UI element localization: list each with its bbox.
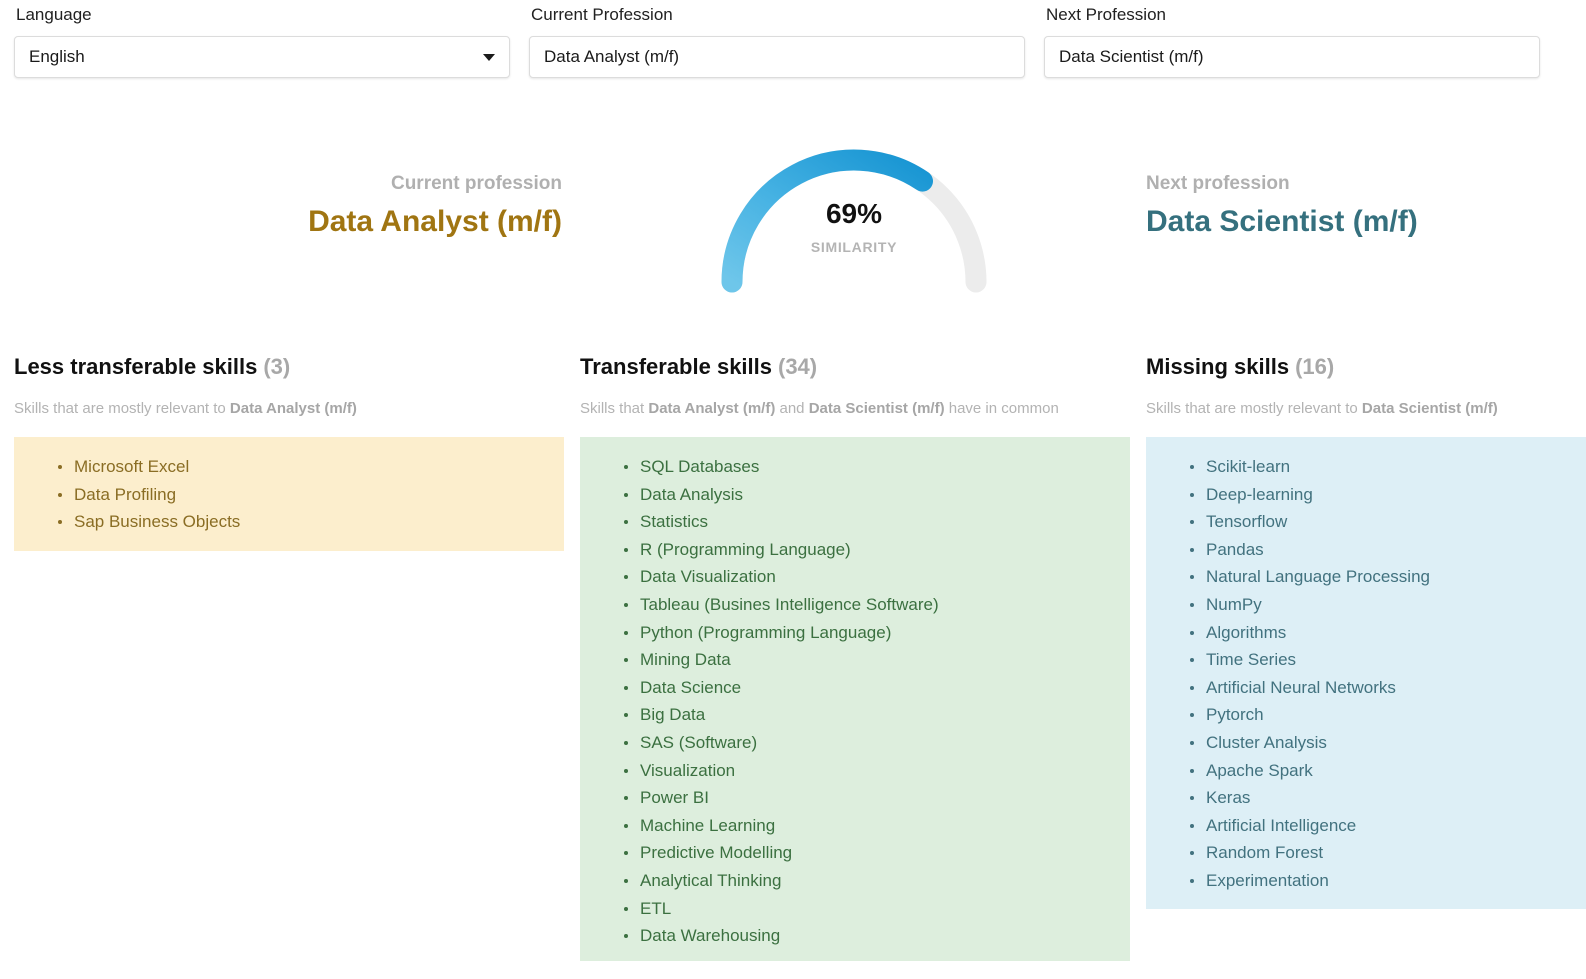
skill-list-item: Data Visualization	[624, 563, 1130, 591]
gauge-readout: 69% SIMILARITY	[706, 198, 1002, 256]
skill-list-item: Microsoft Excel	[58, 453, 564, 481]
current-profession-value: Data Analyst (m/f)	[544, 47, 1010, 67]
less-transferable-skills-panel: Microsoft ExcelData ProfilingSap Busines…	[14, 437, 564, 551]
skill-list-item: R (Programming Language)	[624, 536, 1130, 564]
skill-list-item: Statistics	[624, 508, 1130, 536]
skill-list-item: ETL	[624, 895, 1130, 923]
skill-list-item: Cluster Analysis	[1190, 729, 1586, 757]
current-profession-name: Data Analyst (m/f)	[0, 202, 562, 242]
skill-list-item: Keras	[1190, 784, 1586, 812]
gauge-percent: 69%	[706, 198, 1002, 230]
skill-list-item: Machine Learning	[624, 812, 1130, 840]
less-transferable-skills-column: Less transferable skills(3) Skills that …	[14, 345, 564, 551]
current-profession-field-group: Current Profession Data Analyst (m/f)	[529, 0, 1025, 78]
similarity-summary: Current profession Data Analyst (m/f) 69…	[0, 130, 1586, 320]
transferable-subtitle: Skills that Data Analyst (m/f) and Data …	[580, 398, 1070, 419]
missing-skills-list: Scikit-learnDeep-learningTensorflowPanda…	[1146, 453, 1586, 895]
filters-bar: Language English Current Profession Data…	[0, 0, 1586, 110]
next-profession-label: Next Profession	[1046, 5, 1540, 25]
language-field-group: Language English	[14, 0, 510, 78]
transferable-heading: Transferable skills(34)	[580, 353, 1130, 381]
subtitle-bold-1: Data Analyst (m/f)	[230, 400, 357, 417]
missing-skills-column: Missing skills(16) Skills that are mostl…	[1146, 345, 1586, 909]
skill-list-item: SQL Databases	[624, 453, 1130, 481]
current-profession-label: Current Profession	[531, 5, 1025, 25]
subtitle-bold-2: Data Scientist (m/f)	[809, 400, 945, 417]
skill-list-item: Apache Spark	[1190, 757, 1586, 785]
missing-skills-panel: Scikit-learnDeep-learningTensorflowPanda…	[1146, 437, 1586, 909]
skill-list-item: Artificial Intelligence	[1190, 812, 1586, 840]
skill-list-item: Visualization	[624, 757, 1130, 785]
less-transferable-count: (3)	[263, 354, 290, 379]
transferable-count: (34)	[778, 354, 817, 379]
skill-list-item: Scikit-learn	[1190, 453, 1586, 481]
skill-list-item: SAS (Software)	[624, 729, 1130, 757]
less-transferable-subtitle: Skills that are mostly relevant to Data …	[14, 398, 504, 419]
similarity-gauge: 69% SIMILARITY	[706, 130, 1002, 295]
subtitle-mid: and	[775, 400, 808, 417]
transferable-skills-column: Transferable skills(34) Skills that Data…	[580, 345, 1130, 961]
missing-count: (16)	[1295, 354, 1334, 379]
next-profession-input[interactable]: Data Scientist (m/f)	[1044, 36, 1540, 78]
skill-list-item: Experimentation	[1190, 867, 1586, 895]
skill-list-item: Time Series	[1190, 646, 1586, 674]
skill-list-item: Pandas	[1190, 536, 1586, 564]
current-profession-summary: Current profession Data Analyst (m/f)	[0, 172, 580, 242]
less-transferable-title: Less transferable skills	[14, 354, 257, 379]
skills-columns: Less transferable skills(3) Skills that …	[0, 345, 1586, 979]
skill-list-item: Sap Business Objects	[58, 508, 564, 536]
skill-list-item: Data Profiling	[58, 481, 564, 509]
next-profession-value: Data Scientist (m/f)	[1059, 47, 1525, 67]
skill-list-item: Analytical Thinking	[624, 867, 1130, 895]
chevron-down-icon	[483, 54, 495, 61]
missing-heading: Missing skills(16)	[1146, 353, 1586, 381]
subtitle-prefix: Skills that are mostly relevant to	[14, 400, 230, 417]
missing-title: Missing skills	[1146, 354, 1289, 379]
skill-list-item: Natural Language Processing	[1190, 563, 1586, 591]
current-profession-kicker: Current profession	[0, 172, 562, 196]
transferable-skills-panel: SQL DatabasesData AnalysisStatisticsR (P…	[580, 437, 1130, 961]
skill-list-item: Data Science	[624, 674, 1130, 702]
language-label: Language	[16, 5, 510, 25]
skill-list-item: Tableau (Busines Intelligence Software)	[624, 591, 1130, 619]
skill-list-item: Artificial Neural Networks	[1190, 674, 1586, 702]
current-profession-input[interactable]: Data Analyst (m/f)	[529, 36, 1025, 78]
less-transferable-skills-list: Microsoft ExcelData ProfilingSap Busines…	[14, 453, 564, 536]
skill-list-item: Python (Programming Language)	[624, 619, 1130, 647]
skill-list-item: Data Analysis	[624, 481, 1130, 509]
skill-list-item: Mining Data	[624, 646, 1130, 674]
language-selected-value: English	[29, 47, 475, 67]
next-profession-kicker: Next profession	[1146, 172, 1566, 196]
next-profession-summary: Next profession Data Scientist (m/f)	[1146, 172, 1566, 242]
subtitle-prefix: Skills that	[580, 400, 648, 417]
subtitle-suffix: have in common	[945, 400, 1059, 417]
subtitle-bold-1: Data Analyst (m/f)	[648, 400, 775, 417]
subtitle-bold-1: Data Scientist (m/f)	[1362, 400, 1498, 417]
skill-list-item: Power BI	[624, 784, 1130, 812]
transferable-title: Transferable skills	[580, 354, 772, 379]
skill-list-item: Big Data	[624, 701, 1130, 729]
next-profession-name: Data Scientist (m/f)	[1146, 202, 1566, 242]
skill-list-item: Predictive Modelling	[624, 839, 1130, 867]
subtitle-prefix: Skills that are mostly relevant to	[1146, 400, 1362, 417]
skill-list-item: Algorithms	[1190, 619, 1586, 647]
skill-list-item: Deep-learning	[1190, 481, 1586, 509]
skill-list-item: Data Warehousing	[624, 922, 1130, 950]
less-transferable-heading: Less transferable skills(3)	[14, 353, 564, 381]
gauge-caption: SIMILARITY	[706, 238, 1002, 256]
missing-subtitle: Skills that are mostly relevant to Data …	[1146, 398, 1576, 419]
skill-list-item: Random Forest	[1190, 839, 1586, 867]
transferable-skills-list: SQL DatabasesData AnalysisStatisticsR (P…	[580, 453, 1130, 950]
language-select[interactable]: English	[14, 36, 510, 78]
next-profession-field-group: Next Profession Data Scientist (m/f)	[1044, 0, 1540, 78]
skill-list-item: NumPy	[1190, 591, 1586, 619]
skill-list-item: Tensorflow	[1190, 508, 1586, 536]
skill-list-item: Pytorch	[1190, 701, 1586, 729]
